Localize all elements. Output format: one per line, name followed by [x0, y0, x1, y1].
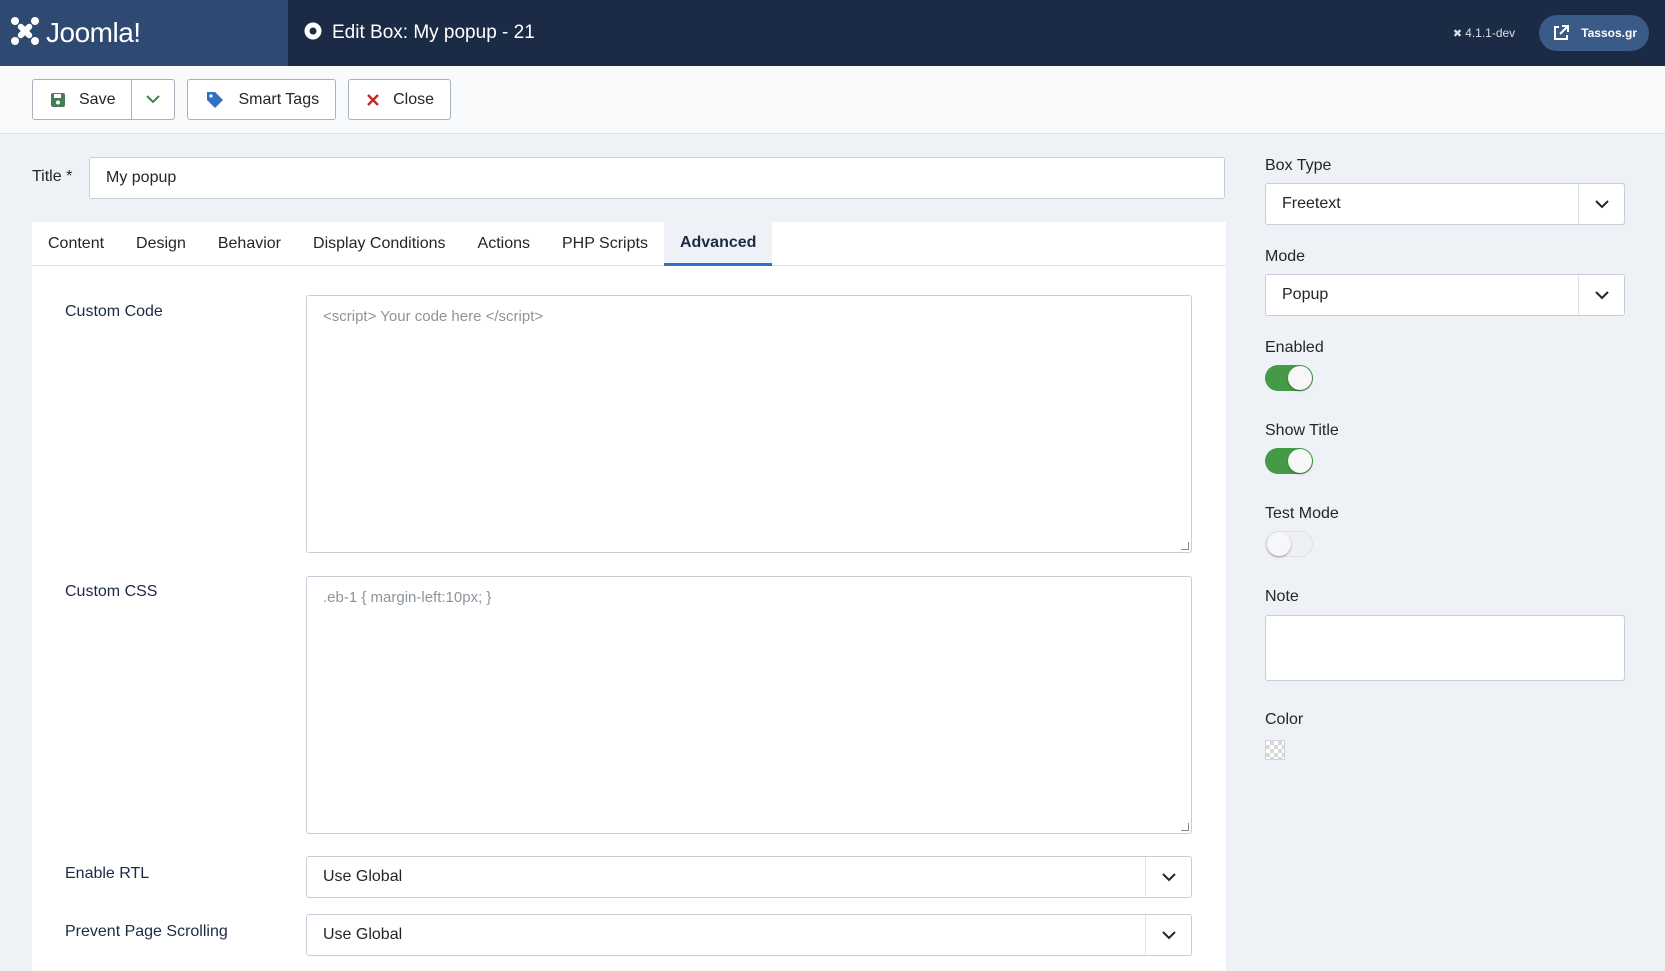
test-mode-toggle[interactable] — [1265, 531, 1313, 557]
test-mode-label: Test Mode — [1265, 505, 1339, 522]
save-button[interactable]: Save — [32, 79, 133, 120]
save-options-dropdown[interactable] — [132, 79, 176, 120]
mode-label: Mode — [1265, 248, 1306, 265]
external-link-icon — [1549, 21, 1573, 45]
custom-code-label: Custom Code — [65, 303, 163, 320]
color-label: Color — [1265, 711, 1304, 728]
page-heading: Edit Box: My popup - 21 — [304, 22, 535, 45]
site-link-label: Tassos.gr — [1581, 26, 1637, 40]
save-label: Save — [79, 90, 116, 108]
enable-rtl-select[interactable]: Use Global — [306, 856, 1192, 898]
chevron-down-icon — [1145, 915, 1191, 955]
prevent-scroll-label: Prevent Page Scrolling — [65, 923, 228, 940]
enable-rtl-label: Enable RTL — [65, 865, 150, 882]
top-header: Joomla! Edit Box: My popup - 21 ✖ 4.1.1-… — [0, 0, 1665, 66]
show-title-toggle[interactable] — [1265, 448, 1313, 474]
tab-bar: Content Design Behavior Display Conditio… — [32, 222, 1226, 266]
note-label: Note — [1265, 588, 1299, 605]
page-title: Edit Box: My popup - 21 — [332, 22, 535, 43]
enable-rtl-value: Use Global — [323, 868, 403, 885]
site-link-button[interactable]: Tassos.gr — [1539, 15, 1649, 51]
tab-display-conditions[interactable]: Display Conditions — [297, 222, 462, 266]
custom-code-placeholder: <script> Your code here </script> — [323, 308, 544, 325]
tab-actions[interactable]: Actions — [462, 222, 546, 266]
resize-handle[interactable] — [1181, 823, 1189, 831]
close-icon — [367, 93, 379, 106]
custom-css-placeholder: .eb-1 { margin-left:10px; } — [323, 589, 492, 606]
chevron-down-icon — [1145, 857, 1191, 897]
joomla-logo-icon — [10, 16, 40, 51]
save-button-group: Save — [32, 79, 176, 120]
resize-handle[interactable] — [1181, 542, 1189, 550]
toggle-knob — [1288, 449, 1312, 473]
close-label: Close — [393, 90, 434, 108]
chevron-down-icon — [1578, 275, 1624, 315]
tag-icon — [206, 91, 224, 109]
enabled-label: Enabled — [1265, 339, 1324, 356]
mode-select[interactable]: Popup — [1265, 274, 1625, 316]
save-icon — [51, 92, 65, 107]
tab-behavior[interactable]: Behavior — [202, 222, 297, 266]
box-type-value: Freetext — [1282, 195, 1341, 212]
box-icon — [304, 22, 322, 45]
toggle-knob — [1267, 532, 1291, 556]
chevron-down-icon — [1578, 184, 1624, 224]
tab-advanced[interactable]: Advanced — [663, 222, 773, 266]
prevent-scroll-value: Use Global — [323, 926, 403, 943]
prevent-scroll-select[interactable]: Use Global — [306, 914, 1192, 956]
smart-tags-label: Smart Tags — [238, 90, 320, 108]
version-text: 4.1.1-dev — [1465, 26, 1516, 40]
smart-tags-button[interactable]: Smart Tags — [187, 79, 337, 120]
custom-code-textarea[interactable]: <script> Your code here </script> — [306, 295, 1192, 553]
box-type-select[interactable]: Freetext — [1265, 183, 1625, 225]
joomla-logo[interactable]: Joomla! — [0, 0, 288, 66]
toolbar: Save Smart Tags Close — [0, 66, 1665, 134]
title-input[interactable]: My popup — [89, 157, 1225, 199]
mode-value: Popup — [1282, 286, 1329, 303]
custom-css-label: Custom CSS — [65, 583, 158, 600]
chevron-down-icon — [146, 91, 161, 109]
tab-content[interactable]: Content — [32, 222, 120, 266]
title-label: Title * — [32, 168, 73, 185]
enabled-toggle[interactable] — [1265, 365, 1313, 391]
joomla-logo-text: Joomla! — [46, 17, 141, 48]
note-textarea[interactable] — [1265, 615, 1625, 681]
tab-php-scripts[interactable]: PHP Scripts — [546, 222, 664, 266]
version-indicator: ✖ 4.1.1-dev — [1453, 26, 1515, 40]
color-picker-swatch[interactable] — [1265, 740, 1285, 760]
close-button[interactable]: Close — [348, 79, 451, 120]
box-type-label: Box Type — [1265, 157, 1332, 174]
tab-design[interactable]: Design — [120, 222, 202, 266]
show-title-label: Show Title — [1265, 422, 1339, 439]
joomla-small-icon: ✖ — [1452, 27, 1463, 40]
toggle-knob — [1288, 366, 1312, 390]
advanced-panel: Custom Code <script> Your code here </sc… — [32, 266, 1226, 971]
custom-css-textarea[interactable]: .eb-1 { margin-left:10px; } — [306, 576, 1192, 834]
